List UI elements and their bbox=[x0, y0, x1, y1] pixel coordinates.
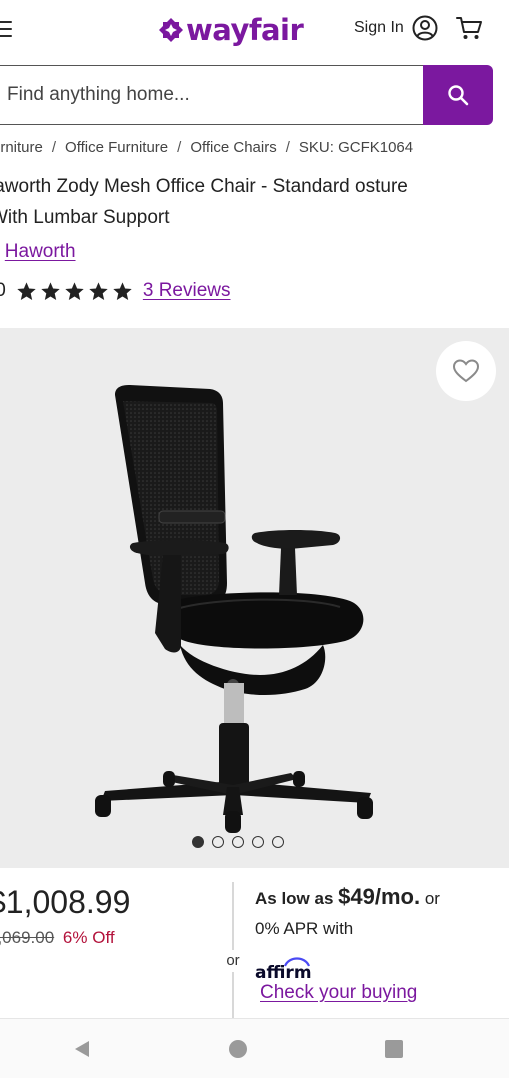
back-icon[interactable] bbox=[72, 1039, 92, 1059]
home-icon[interactable] bbox=[229, 1040, 247, 1058]
gallery-pagination bbox=[192, 836, 284, 848]
logo-mark-icon bbox=[159, 18, 183, 42]
star-icon bbox=[17, 281, 36, 300]
star-icon bbox=[41, 281, 60, 300]
breadcrumb-office-furniture[interactable]: Office Furniture bbox=[65, 139, 168, 156]
star-icon bbox=[113, 281, 132, 300]
product-image-gallery[interactable] bbox=[0, 328, 509, 868]
sale-price: $1,008.99 bbox=[0, 884, 131, 920]
original-price-row: 1,069.00 6% Off bbox=[0, 928, 130, 948]
system-nav-bar bbox=[0, 1018, 509, 1078]
search-bar bbox=[0, 65, 493, 125]
gallery-dot[interactable] bbox=[252, 836, 264, 848]
search-icon bbox=[448, 85, 469, 106]
financing-lead: As low as bbox=[255, 889, 334, 908]
gallery-dot[interactable] bbox=[232, 836, 244, 848]
breadcrumb-separator: / bbox=[177, 139, 182, 156]
sku-label: SKU: GCFK1064 bbox=[298, 139, 414, 156]
recents-icon[interactable] bbox=[385, 1040, 403, 1058]
star-icon bbox=[89, 281, 108, 300]
product-title: laworth Zody Mesh Office Chair - Standar… bbox=[0, 176, 408, 228]
breadcrumb-separator: / bbox=[51, 139, 57, 156]
star-rating bbox=[16, 281, 133, 302]
wayfair-logo[interactable]: wayfair bbox=[158, 12, 304, 48]
gallery-dot[interactable] bbox=[272, 836, 284, 848]
price-block: $1,008.99 1,069.00 6% Off bbox=[0, 880, 130, 948]
menu-icon[interactable] bbox=[0, 21, 12, 37]
financing-or: or bbox=[420, 889, 440, 908]
product-byline: y Haworth bbox=[0, 241, 76, 263]
affirm-logo: affirm bbox=[255, 957, 312, 982]
gallery-dot[interactable] bbox=[212, 836, 224, 848]
rating-row: .0 3 Reviews bbox=[0, 277, 231, 305]
breadcrumb-office-chairs[interactable]: Office Chairs bbox=[190, 139, 276, 156]
search-input[interactable] bbox=[0, 65, 426, 125]
favorite-button[interactable] bbox=[436, 341, 496, 401]
check-buying-power-link[interactable]: Check your buying bbox=[260, 982, 417, 1004]
logo-text: wayfair bbox=[186, 12, 304, 47]
gallery-dot[interactable] bbox=[192, 836, 204, 848]
breadcrumb-furniture[interactable]: urniture bbox=[0, 139, 43, 156]
breadcrumb-separator: / bbox=[285, 139, 290, 156]
financing-block: As low as $49/mo. or 0% APR with bbox=[255, 882, 509, 944]
search-button[interactable] bbox=[423, 65, 493, 125]
rating-value: .0 bbox=[0, 280, 6, 301]
heart-icon bbox=[452, 359, 480, 383]
financing-amount: $49/mo. bbox=[338, 884, 421, 909]
user-icon[interactable] bbox=[412, 15, 438, 41]
office-chair-image bbox=[95, 385, 373, 833]
or-label: or bbox=[221, 950, 245, 972]
sign-in-link[interactable]: Sign In bbox=[354, 19, 404, 37]
original-price: 1,069.00 bbox=[0, 928, 55, 947]
star-icon bbox=[65, 281, 84, 300]
affirm-logo-text: affirm bbox=[255, 963, 312, 982]
breadcrumb: urniture / Office Furniture / Office Chairs /… bbox=[0, 139, 413, 156]
site-header: wayfair Sign In bbox=[0, 0, 509, 62]
cart-icon[interactable] bbox=[455, 15, 483, 41]
discount-badge: 6% Off bbox=[62, 928, 115, 947]
financing-line: As low as $49/mo. or bbox=[255, 882, 509, 914]
reviews-link[interactable]: 3 Reviews bbox=[143, 280, 231, 302]
brand-link[interactable]: Haworth bbox=[5, 241, 76, 262]
financing-apr: 0% APR with bbox=[255, 919, 354, 938]
